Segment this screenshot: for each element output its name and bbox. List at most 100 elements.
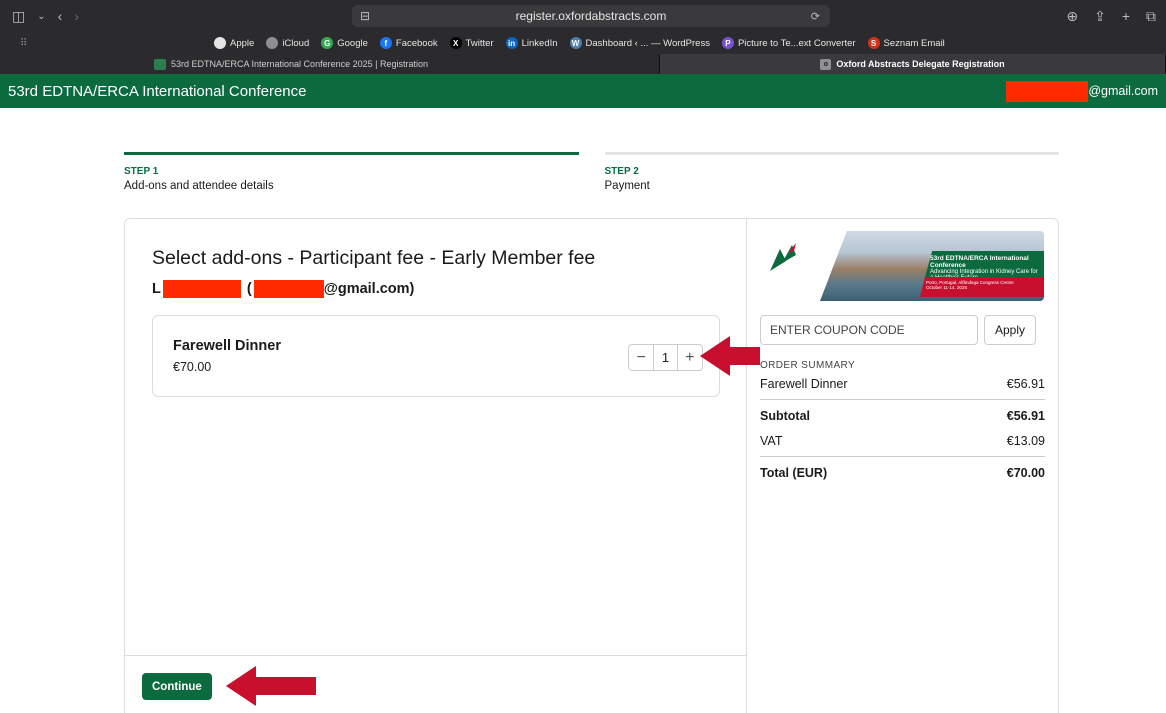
bookmark-item[interactable]: X Twitter	[449, 37, 494, 49]
chevron-down-icon[interactable]: ⌄	[37, 11, 45, 22]
banner-headline: 53rd EDTNA/ERCA International Conference	[930, 255, 1029, 269]
address-text: register.oxfordabstracts.com	[515, 9, 667, 23]
coupon-row: Apply	[760, 315, 1045, 345]
bookmark-item[interactable]: G Google	[321, 37, 368, 49]
divider	[125, 655, 746, 656]
summary-value: €56.91	[1006, 409, 1045, 423]
step-number: STEP 1	[124, 166, 159, 177]
coupon-input[interactable]	[760, 315, 978, 345]
bookmark-label: Picture to Te...ext Converter	[737, 37, 856, 49]
annotation-arrow-icon	[700, 336, 760, 376]
attendee-paren: (	[246, 281, 252, 297]
summary-total: Total (EUR) €70.00	[760, 456, 1045, 485]
tab-bar: 53rd EDTNA/ERCA International Conference…	[0, 54, 1166, 74]
addon-item: Farewell Dinner €70.00 − 1 +	[152, 315, 720, 397]
attendee-line: L ( @gmail.com)	[152, 280, 414, 298]
bookmark-label: LinkedIn	[521, 37, 558, 49]
bookmark-label: Seznam Email	[883, 37, 945, 49]
summary-value: €70.00	[1006, 466, 1045, 480]
tab-label: Oxford Abstracts Delegate Registration	[836, 59, 1005, 69]
tab-oxford-abstracts[interactable]: o Oxford Abstracts Delegate Registration	[660, 54, 1166, 74]
bookmark-item[interactable]: Apple	[214, 37, 254, 49]
addon-name: Farewell Dinner	[173, 338, 281, 354]
increment-button[interactable]: +	[678, 345, 702, 370]
bookmark-label: Google	[337, 37, 368, 49]
quantity-stepper: − 1 +	[628, 344, 703, 371]
bookmark-icon: X	[449, 37, 462, 49]
tab-registration[interactable]: 53rd EDTNA/ERCA International Conference…	[0, 54, 660, 74]
addon-price: €70.00	[173, 360, 212, 374]
translate-reload-icon[interactable]: ⟳	[811, 10, 820, 23]
summary-line-item: Farewell Dinner €56.91	[760, 371, 1045, 396]
order-summary-title: ORDER SUMMARY	[760, 360, 856, 371]
bookmark-item[interactable]: iCloud	[266, 37, 309, 49]
banner-dates: October 11-14, 2025	[926, 285, 967, 290]
decrement-button[interactable]: −	[629, 345, 653, 370]
email-suffix: @gmail.com	[1088, 84, 1158, 98]
summary-subtotal: Subtotal €56.91	[760, 399, 1045, 428]
tab-label: 53rd EDTNA/ERCA International Conference…	[171, 59, 428, 69]
redaction	[162, 280, 241, 298]
back-icon[interactable]: ‹	[58, 8, 63, 24]
bookmark-item[interactable]: P Picture to Te...ext Converter	[721, 37, 856, 49]
page-menu-icon[interactable]: ⊟	[360, 9, 370, 23]
oxford-favicon-icon: o	[820, 58, 832, 70]
summary-value: €56.91	[1006, 377, 1045, 391]
summary-label: VAT	[760, 434, 783, 448]
quantity-value[interactable]: 1	[653, 345, 678, 370]
browser-toolbar: ◫ ⌄ ‹ › ⊟ register.oxfordabstracts.com ⟳…	[0, 0, 1166, 32]
step-1: STEP 1 Add-ons and attendee details	[124, 152, 579, 192]
bookmark-icon: P	[721, 37, 734, 49]
redaction	[1006, 80, 1089, 102]
bookmark-icon	[214, 37, 226, 49]
bookmark-item[interactable]: f Facebook	[379, 37, 438, 49]
bookmark-label: iCloud	[282, 37, 310, 49]
bookmark-label: Facebook	[395, 37, 438, 49]
continue-button[interactable]: Continue	[142, 673, 212, 700]
bookmarks-bar: ⠿ Apple iCloud G Google f Facebook X Twitter in L…	[0, 32, 1166, 54]
bookmark-icon: W	[569, 37, 582, 49]
bookmark-icon: G	[321, 37, 334, 49]
grid-icon[interactable]: ⠿	[20, 38, 27, 49]
step-label: Payment	[604, 180, 650, 192]
registration-card: Select add-ons - Participant fee - Early…	[124, 218, 1059, 713]
app-header: 53rd EDTNA/ERCA International Conference…	[0, 74, 1166, 108]
stepper: STEP 1 Add-ons and attendee details STEP…	[124, 152, 1059, 192]
summary-value: €13.09	[1006, 434, 1045, 448]
summary-label: Farewell Dinner	[760, 377, 848, 391]
share-icon[interactable]: ⇪	[1094, 8, 1106, 25]
page-title: Select add-ons - Participant fee - Early…	[152, 247, 596, 269]
bookmark-icon: S	[867, 37, 880, 49]
bookmark-label: Apple	[230, 37, 255, 49]
edtna-favicon-icon	[154, 58, 166, 70]
bookmark-label: Dashboard ‹ ... — WordPress	[585, 37, 710, 49]
annotation-arrow-icon	[226, 666, 316, 706]
redaction	[253, 280, 324, 298]
attendee-email-suffix: @gmail.com)	[323, 281, 415, 297]
bookmark-item[interactable]: W Dashboard ‹ ... — WordPress	[569, 37, 710, 49]
bookmark-icon: in	[505, 37, 518, 49]
bookmark-item[interactable]: in LinkedIn	[505, 37, 558, 49]
summary-vat: VAT €13.09	[760, 428, 1045, 453]
bookmark-icon	[266, 37, 279, 49]
addons-panel: Select add-ons - Participant fee - Early…	[125, 219, 747, 713]
order-summary-panel: 53rd EDTNA/ERCA International Conference…	[747, 219, 1058, 713]
tab-overview-icon[interactable]: ⧉	[1146, 8, 1156, 25]
app-title: 53rd EDTNA/ERCA International Conference	[8, 82, 307, 100]
step-progress-bar	[604, 152, 1059, 155]
step-progress-bar	[124, 152, 579, 155]
bookmark-item[interactable]: S Seznam Email	[867, 37, 945, 49]
user-email[interactable]: @gmail.com	[1006, 80, 1158, 102]
apply-button[interactable]: Apply	[984, 315, 1036, 345]
forward-icon[interactable]: ›	[74, 8, 79, 24]
conference-banner: 53rd EDTNA/ERCA International Conference…	[760, 231, 1044, 301]
new-tab-icon[interactable]: +	[1122, 8, 1130, 25]
banner-location-box: Porto, Portugal, Alfândega Congress Cent…	[920, 277, 1044, 297]
attendee-initial: L	[152, 281, 161, 297]
step-number: STEP 2	[604, 166, 639, 177]
download-icon[interactable]: ⊕	[1066, 8, 1078, 25]
sidebar-toggle-icon[interactable]: ◫	[12, 8, 25, 25]
banner-headline-box: 53rd EDTNA/ERCA International Conference…	[925, 251, 1044, 277]
summary-label: Total (EUR)	[760, 466, 828, 480]
address-bar[interactable]: ⊟ register.oxfordabstracts.com ⟳	[352, 5, 830, 27]
